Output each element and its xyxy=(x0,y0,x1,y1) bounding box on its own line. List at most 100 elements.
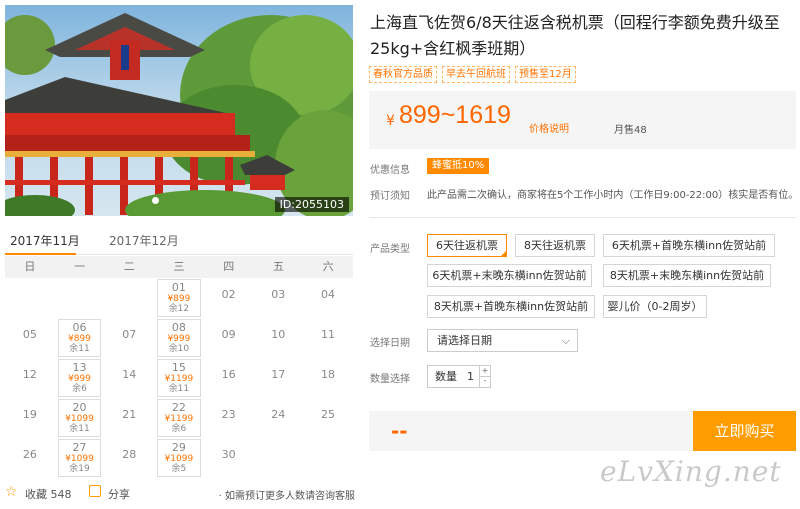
day-number: 07 xyxy=(122,328,137,341)
calendar-day xyxy=(303,438,353,478)
weekday-label: 二 xyxy=(123,260,135,273)
feature-tag: 预售至12月 xyxy=(515,66,576,83)
calendar-day-available[interactable]: 01 ¥899 余12 xyxy=(157,279,201,317)
day-number: 05 xyxy=(22,328,37,341)
option-infant-price[interactable]: 婴儿价（0-2周岁） xyxy=(603,295,707,318)
feature-tag: 春秋官方品质 xyxy=(369,66,437,83)
day-number: 17 xyxy=(271,368,286,381)
day-number: 14 xyxy=(122,368,137,381)
option-8day-roundtrip[interactable]: 8天往返机票 xyxy=(515,234,595,257)
option-8day-last-night-hotel[interactable]: 8天机票+末晚东横inn佐贺站前 xyxy=(603,264,771,287)
calendar-day-available[interactable]: 22 ¥1199 余6 xyxy=(157,399,201,437)
product-hero-image: ID:2055103 xyxy=(5,5,353,216)
day-price: ¥899 xyxy=(68,334,91,344)
day-number: 09 xyxy=(221,328,236,341)
calendar-day: 07 xyxy=(104,318,154,358)
day-price: ¥999 xyxy=(68,374,91,384)
day-stock: 余11 xyxy=(69,424,90,434)
day-stock: 余6 xyxy=(171,424,187,434)
star-icon[interactable]: ☆ xyxy=(5,483,18,501)
booking-notice: 此产品需二次确认，商家将在5个工作小时内（工作日9:00-22:00）核实是否有… xyxy=(427,190,799,201)
contact-service-note[interactable]: · 如需预订更多人数请咨询客服 xyxy=(219,487,355,502)
decrement-button[interactable]: - xyxy=(479,376,490,387)
day-number: 02 xyxy=(221,288,236,301)
option-8day-first-night-hotel[interactable]: 8天机票+首晚东横inn佐贺站前 xyxy=(427,295,595,318)
day-number: 24 xyxy=(271,408,286,421)
date-select[interactable]: 请选择日期 ⌵ xyxy=(427,329,578,352)
tab-month-dec[interactable]: 2017年12月 xyxy=(109,232,179,249)
date-select-value: 请选择日期 xyxy=(437,334,492,347)
calendar-day: 23 xyxy=(204,398,254,438)
day-price: ¥899 xyxy=(167,294,191,304)
calendar-day: 16 xyxy=(204,358,254,398)
day-number: 06 xyxy=(72,321,87,334)
option-6day-first-night-hotel[interactable]: 6天机票+首晚东横inn佐贺站前 xyxy=(603,234,775,257)
calendar-day-available[interactable]: 13 ¥999 余6 xyxy=(57,359,102,397)
day-number: 22 xyxy=(171,401,186,414)
calendar-week-row: 05 06 ¥899 余11 07 08 ¥999 余10 09 10 11 xyxy=(5,318,353,358)
day-number: 23 xyxy=(221,408,236,421)
tab-month-nov[interactable]: 2017年11月 xyxy=(10,232,80,249)
day-number: 04 xyxy=(320,288,335,301)
day-number: 12 xyxy=(22,368,37,381)
calendar-day: 03 xyxy=(253,278,303,318)
qty-value[interactable]: 1 xyxy=(467,366,474,387)
calendar-month-tabs: 2017年11月 2017年12月 xyxy=(5,228,353,255)
calendar-day: 28 xyxy=(104,438,154,478)
share-icon[interactable] xyxy=(89,485,101,497)
day-stock: 余6 xyxy=(72,384,87,394)
calendar-day-available[interactable]: 29 ¥1099 余5 xyxy=(157,439,201,477)
calendar-day-available[interactable]: 08 ¥999 余10 xyxy=(157,319,201,357)
share-button[interactable]: 分享 xyxy=(108,486,130,502)
calendar-day xyxy=(253,438,303,478)
calendar-day-available[interactable]: 06 ¥899 余11 xyxy=(57,319,102,357)
day-number xyxy=(5,278,55,288)
day-stock: 余11 xyxy=(168,384,190,394)
day-price: ¥1199 xyxy=(164,414,194,424)
section-divider xyxy=(369,217,796,218)
day-number: 20 xyxy=(72,401,87,414)
calendar-day: 14 xyxy=(104,358,154,398)
product-title: 上海直飞佐贺6/8天往返含税机票（回程行李额免费升级至25kg+含红枫季班期） xyxy=(370,13,780,58)
price-range: 899~1619 xyxy=(399,101,511,129)
calendar-day: 21 xyxy=(104,398,154,438)
product-tags: 春秋官方品质 早去午回航班 预售至12月 xyxy=(369,66,576,83)
active-tab-indicator xyxy=(5,253,76,255)
quantity-stepper[interactable]: 数量 1 + - xyxy=(427,365,491,388)
calendar-day-available[interactable]: 27 ¥1099 余19 xyxy=(57,439,102,477)
option-6day-last-night-hotel[interactable]: 6天机票+末晚东横inn佐贺站前 xyxy=(427,264,592,287)
day-number xyxy=(253,438,303,448)
calendar-day: 30 xyxy=(204,438,254,478)
day-number: 10 xyxy=(271,328,286,341)
weekday-label: 六 xyxy=(322,260,334,273)
calendar-day-available[interactable]: 20 ¥1099 余11 xyxy=(57,399,102,437)
weekday-label: 三 xyxy=(173,260,185,273)
option-6day-roundtrip[interactable]: 6天往返机票 xyxy=(427,234,507,257)
calendar-day xyxy=(55,278,105,318)
site-watermark: eLvXing.net xyxy=(600,455,782,488)
calendar-day: 24 xyxy=(253,398,303,438)
calendar-day xyxy=(104,278,154,318)
buy-now-button[interactable]: 立即购买 xyxy=(693,411,796,451)
calendar-day: 17 xyxy=(253,358,303,398)
day-number: 08 xyxy=(171,321,186,334)
calendar-day: 05 xyxy=(5,318,55,358)
calendar-week-row: 26 27 ¥1099 余19 28 29 ¥1099 余5 30 xyxy=(5,438,353,478)
calendar-grid: 01 ¥899 余12 02 03 04 05 06 ¥899 余11 07 08 ¥999 余10 09 1… xyxy=(5,278,353,478)
price-note-link[interactable]: 价格说明 xyxy=(529,120,569,135)
calendar-day: 19 xyxy=(5,398,55,438)
qty-text: 数量 xyxy=(435,370,457,383)
weekday-label: 四 xyxy=(223,260,235,273)
favorite-button[interactable]: 收藏 548 xyxy=(25,486,72,502)
day-number: 01 xyxy=(171,281,186,294)
feature-tag: 早去午回航班 xyxy=(442,66,510,83)
day-price: ¥1099 xyxy=(164,454,194,464)
carousel-dot[interactable] xyxy=(152,197,159,204)
day-price: ¥1099 xyxy=(65,414,94,424)
calendar-week-row: 19 20 ¥1099 余11 21 22 ¥1199 余6 23 24 25 xyxy=(5,398,353,438)
date-label: 选择日期 xyxy=(370,338,410,349)
calendar-day-available[interactable]: 15 ¥1199 余11 xyxy=(157,359,201,397)
weekday-label: 五 xyxy=(272,260,284,273)
calendar-day: 18 xyxy=(303,358,353,398)
day-number: 13 xyxy=(72,361,87,374)
